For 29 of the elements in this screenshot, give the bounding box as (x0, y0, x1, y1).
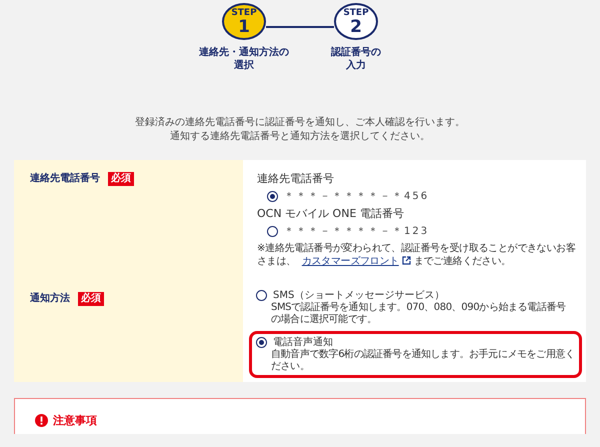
step-caption: 連絡先・通知方法の (199, 46, 289, 59)
step-caption: 認証番号の (331, 46, 381, 59)
step-caption: 入力 (346, 59, 366, 72)
step-circle: STEP 1 (222, 3, 266, 40)
radio-button[interactable] (256, 290, 267, 301)
option-description: SMSで認証番号を通知します。070、080、090から始まる電話番号の場合に選択可能です。 (271, 302, 567, 326)
warning-icon (35, 414, 48, 427)
radio-button[interactable] (267, 190, 278, 202)
field-label: 連絡先電話番号 (30, 172, 100, 186)
option-label: 電話音声通知 (273, 336, 333, 348)
customer-front-link[interactable]: カスタマーズフロント (302, 256, 399, 267)
contact-note: ※連絡先電話番号が変わられて、認証番号を受け取ることができないお客さまは、 カスタマーズフロント までご連絡ください。 (257, 242, 576, 268)
option-label: SMS（ショートメッセージサービス） (273, 289, 444, 302)
phone-number: ＊＊＊－＊＊＊＊－＊123 (284, 225, 430, 238)
intro-text: 登録済みの連絡先電話番号に認証番号を通知し、ご本人確認を行います。 (135, 116, 465, 130)
caution-title: 注意事項 (53, 413, 97, 428)
intro-text: 通知する連絡先電話番号と通知方法を選択してください。 (170, 130, 430, 144)
option-description: 自動音声で数字6桁の認証番号を通知します。お手元にメモをご用意ください。 (271, 349, 575, 373)
external-link-icon (402, 256, 411, 265)
step-circle: STEP 2 (334, 3, 378, 40)
step-caption: 選択 (234, 59, 254, 72)
radio-button[interactable] (256, 337, 267, 348)
required-badge: 必須 (78, 292, 104, 306)
phone-heading: 連絡先電話番号 (257, 172, 335, 186)
phone-number: ＊＊＊－＊＊＊＊－＊456 (284, 190, 430, 203)
required-badge: 必須 (108, 172, 134, 186)
phone-heading: OCN モバイル ONE 電話番号 (257, 207, 405, 221)
radio-button[interactable] (267, 226, 278, 236)
field-label: 通知方法 (30, 292, 70, 306)
